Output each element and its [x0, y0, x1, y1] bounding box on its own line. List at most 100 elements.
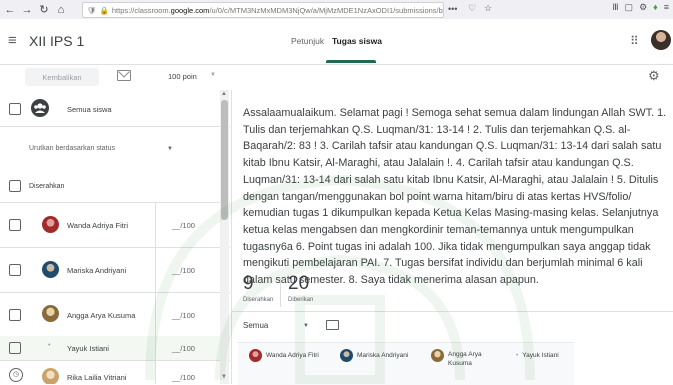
section-turned-in: Diserahkan [0, 170, 230, 203]
turned-in-count: 9 [243, 273, 254, 294]
card-student-name: Mariska Andriyani [357, 352, 409, 359]
column-divider [155, 292, 156, 336]
pane-divider [231, 90, 232, 384]
scroll-down-icon[interactable]: ▼ [221, 374, 227, 380]
avatar [249, 349, 262, 362]
grade-input[interactable]: __/100 [172, 311, 195, 320]
draft-status-icon: ◷ [9, 368, 23, 382]
grade-input[interactable]: __/100 [172, 344, 195, 353]
address-bar[interactable]: 🛡 🔒 https://classroom. google.com/u/0/c/M… [82, 2, 444, 18]
student-name: Rika Lailia Vitriani [67, 373, 127, 382]
select-all-row[interactable]: Semua siswa [0, 90, 230, 127]
table-row[interactable]: ◷ Rika Lailia Vitriani __/100 [0, 360, 230, 384]
avatar [340, 349, 353, 362]
assigned-label: Diberikan [288, 297, 314, 303]
column-divider [155, 202, 156, 247]
class-title[interactable]: XII IPS 1 [29, 33, 84, 49]
group-icon [31, 99, 49, 117]
sidebar-icon[interactable]: ▢ [625, 2, 634, 13]
menu-icon[interactable]: ≡ [664, 2, 669, 13]
extension-icon[interactable]: ⚙ [639, 2, 647, 13]
submission-card[interactable]: Mariska Andriyani [340, 349, 408, 362]
url-path: /u/0/c/MTM3NzMxMDM3NjQw/a/MjMzMDE1NzAxOD… [209, 5, 443, 15]
account-avatar[interactable] [651, 30, 671, 50]
grading-toolbar: Kembalikan 100 poin ▼ ⚙ [0, 64, 673, 90]
student-checkbox[interactable] [9, 219, 21, 231]
avatar: • [48, 342, 51, 349]
url-domain: google.com [170, 5, 210, 15]
student-name: Wanda Adriya Fitri [67, 221, 128, 230]
column-divider [155, 360, 156, 384]
sort-select[interactable]: Urutkan berdasarkan status [29, 145, 115, 152]
chevron-down-icon[interactable]: ▼ [303, 323, 309, 329]
settings-gear-icon[interactable]: ⚙ [648, 68, 660, 84]
submission-card[interactable]: Angga Arya Kusuma [431, 349, 503, 368]
shield-icon: 🛡 [87, 5, 97, 15]
active-tab-indicator [326, 60, 376, 63]
assigned-count: 20 [288, 273, 310, 294]
apps-grid-icon[interactable]: ⠿ [630, 34, 639, 48]
avatar [42, 305, 59, 322]
chevron-down-icon[interactable]: ▼ [167, 146, 173, 152]
lock-icon: 🔒 [99, 5, 109, 15]
return-button[interactable]: Kembalikan [25, 68, 99, 86]
section-label: Diserahkan [29, 183, 65, 190]
avatar [42, 216, 59, 233]
column-divider [155, 336, 156, 360]
library-icon[interactable]: Ⅲ [612, 2, 618, 13]
folder-icon[interactable] [326, 320, 339, 330]
avatar [42, 261, 59, 278]
student-list: Semua siswa Urutkan berdasarkan status ▼… [0, 90, 230, 384]
select-all-label: Semua siswa [67, 105, 112, 114]
url-prefix: https://classroom. [111, 5, 171, 15]
scroll-up-icon[interactable]: ▲ [221, 91, 227, 97]
home-icon[interactable]: ⌂ [54, 3, 68, 17]
forward-icon[interactable]: → [20, 3, 34, 17]
select-all-checkbox[interactable] [9, 103, 21, 115]
assignment-instructions: Assalaamualaikum. Selamat pagi ! Semoga … [243, 107, 667, 287]
extension-color-icon[interactable]: ♦ [653, 2, 658, 13]
column-divider [155, 247, 156, 292]
student-checkbox[interactable] [9, 342, 21, 354]
stat-divider [280, 279, 281, 307]
student-name: Yayuk Istiani [67, 344, 109, 353]
bookmark-star-icon[interactable]: ☆ [484, 3, 492, 14]
card-student-name: Wanda Adriya Fitri [266, 352, 319, 359]
scrollbar-thumb[interactable] [221, 100, 228, 220]
more-icon[interactable]: ••• [448, 4, 457, 14]
browser-toolbar: ← → ↻ ⌂ 🛡 🔒 https://classroom. google.com… [0, 0, 673, 20]
chevron-down-icon[interactable]: ▼ [210, 72, 216, 78]
sort-row[interactable]: Urutkan berdasarkan status ▼ [0, 126, 230, 170]
back-icon[interactable]: ← [3, 3, 17, 17]
table-row[interactable]: Angga Arya Kusuma __/100 [0, 292, 230, 337]
pocket-icon[interactable]: ♡ [468, 3, 476, 14]
avatar [431, 349, 444, 362]
student-name: Angga Arya Kusuma [67, 311, 136, 320]
table-row[interactable]: Wanda Adriya Fitri __/100 [0, 202, 230, 248]
turned-in-label: Diserahkan [243, 297, 274, 303]
points-select[interactable]: 100 poin [168, 72, 197, 81]
avatar [42, 368, 59, 384]
grade-input[interactable]: __/100 [172, 221, 195, 230]
table-row[interactable]: Mariska Andriyani __/100 [0, 247, 230, 293]
divider [232, 311, 673, 312]
submission-card[interactable]: • Yayuk Istiani [516, 349, 559, 359]
grade-input[interactable]: __/100 [172, 373, 195, 382]
status-filter-select[interactable]: Semua [243, 321, 268, 330]
card-student-name: Yayuk Istiani [522, 352, 559, 359]
tab-instructions[interactable]: Petunjuk [291, 36, 324, 46]
card-student-name: Angga Arya Kusuma [448, 351, 482, 367]
student-name: Mariska Andriyani [67, 266, 127, 275]
submission-card[interactable]: Wanda Adriya Fitri [249, 349, 319, 362]
reload-icon[interactable]: ↻ [37, 3, 51, 17]
classroom-header: ≡ XII IPS 1 Petunjuk Tugas siswa ⠿ [0, 19, 673, 65]
email-icon[interactable] [117, 70, 131, 81]
main-menu-icon[interactable]: ≡ [8, 32, 17, 49]
student-checkbox[interactable] [9, 309, 21, 321]
tab-student-work[interactable]: Tugas siswa [332, 36, 382, 46]
table-row[interactable]: • Yayuk Istiani __/100 [0, 336, 230, 361]
avatar: • [516, 352, 519, 359]
student-checkbox[interactable] [9, 264, 21, 276]
grade-input[interactable]: __/100 [172, 266, 195, 275]
section-checkbox[interactable] [9, 180, 21, 192]
